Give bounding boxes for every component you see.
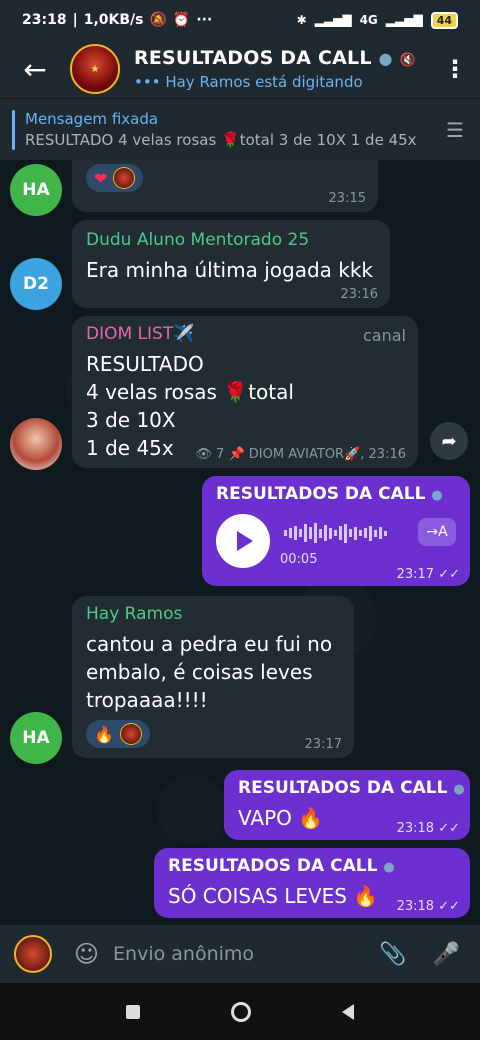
pinned-content: RESULTADO 4 velas rosas 🌹total 3 de 10X … bbox=[25, 131, 417, 149]
typing-dots: ••• bbox=[134, 73, 161, 91]
message-text: cantou a pedra eu fui no bbox=[86, 632, 333, 656]
message-text: embalo, é coisas leves bbox=[86, 660, 313, 684]
message-bubble[interactable]: RESULTADOS DA CALL ● VAPO 🔥 23:18 ✓✓ bbox=[224, 770, 470, 840]
message-bubble[interactable]: Dudu Aluno Mentorado 25 Era minha última… bbox=[72, 220, 390, 308]
reactor-avatar bbox=[113, 167, 136, 189]
speech-icon: ● bbox=[431, 488, 443, 503]
mute-icon: 🔕 bbox=[149, 12, 167, 28]
post-line: RESULTADO bbox=[86, 352, 204, 376]
alarm-icon: ⏰ bbox=[172, 12, 191, 28]
pinned-bar bbox=[12, 109, 15, 150]
reaction-chip[interactable]: ❤ bbox=[86, 164, 144, 192]
more-dots: ··· bbox=[196, 12, 213, 28]
message-bubble[interactable]: Hay Ramos cantou a pedra eu fui no embal… bbox=[72, 596, 354, 758]
emoji-icon[interactable]: ☺ bbox=[74, 940, 99, 968]
mic-icon[interactable]: 🎤 bbox=[433, 942, 460, 967]
pinned-message[interactable]: Mensagem fixada RESULTADO 4 velas rosas … bbox=[0, 98, 480, 160]
signal-icon: ▂▃▅▇ bbox=[314, 13, 352, 27]
home-icon[interactable] bbox=[230, 1001, 251, 1022]
share-icon: ➦ bbox=[441, 430, 457, 452]
pinned-label: Mensagem fixada bbox=[25, 110, 159, 128]
attach-icon[interactable]: 📎 bbox=[379, 942, 406, 967]
chat-avatar[interactable]: ★ bbox=[70, 44, 120, 94]
status-net: 1,0KB/s bbox=[83, 12, 144, 28]
network-type: 4G bbox=[359, 13, 378, 27]
post-author-time: DIOM AVIATOR🚀, 23:16 bbox=[248, 447, 406, 462]
message-time: 23:15 bbox=[328, 191, 366, 206]
fire-icon: 🔥 bbox=[94, 724, 114, 744]
reactor-avatar bbox=[119, 723, 142, 745]
reaction-chip[interactable]: 🔥 bbox=[86, 720, 150, 748]
battery-icon: 44 bbox=[430, 11, 458, 29]
heart-icon: ❤ bbox=[94, 168, 108, 188]
message-time: 23:18 ✓✓ bbox=[396, 821, 460, 836]
speech-icon: ● bbox=[383, 860, 395, 875]
play-button[interactable] bbox=[216, 514, 270, 568]
avatar[interactable]: D2 bbox=[10, 258, 62, 310]
post-line: 1 de 45x bbox=[86, 436, 174, 460]
avatar[interactable]: HA bbox=[10, 712, 62, 764]
muted-icon: 🔇 bbox=[399, 53, 416, 68]
message-time: 23:16 bbox=[340, 287, 378, 302]
message-bubble[interactable]: RESULTADOS DA CALL ● SÓ COISAS LEVES 🔥 2… bbox=[154, 848, 470, 918]
sender-name: DIOM LIST✈️ bbox=[86, 324, 195, 344]
chat-area[interactable]: HA ❤ 23:15 D2 Dudu Aluno Mentorado 25 Er… bbox=[0, 160, 480, 925]
channel-post-bubble[interactable]: DIOM LIST✈️ canal RESULTADO 4 velas rosa… bbox=[72, 316, 418, 468]
post-footer: 👁 7 📌 DIOM AVIATOR🚀, 23:16 bbox=[195, 447, 406, 462]
pin-icon: 📌 bbox=[228, 447, 245, 462]
message-input[interactable]: Envio anônimo bbox=[113, 943, 379, 965]
chat-subtitle: ••• Hay Ramos está digitando bbox=[134, 73, 363, 91]
double-check-icon: ✓✓ bbox=[438, 899, 460, 914]
views-count: 7 bbox=[216, 447, 225, 462]
message-time: 23:18 ✓✓ bbox=[396, 899, 460, 914]
voice-duration: 00:05 bbox=[280, 552, 318, 567]
transcribe-button[interactable]: →A bbox=[418, 518, 456, 546]
back-icon[interactable] bbox=[342, 1003, 355, 1020]
message-text: tropaaaa!!!! bbox=[86, 688, 208, 712]
play-icon bbox=[237, 531, 253, 551]
sender-name: Hay Ramos bbox=[86, 604, 183, 624]
pin-list-icon[interactable]: ☰ bbox=[430, 118, 480, 142]
send-as-avatar[interactable] bbox=[14, 935, 52, 973]
bluetooth-icon: ✱ bbox=[296, 13, 307, 27]
message-text: SÓ COISAS LEVES 🔥 bbox=[168, 884, 379, 908]
message-bubble[interactable]: ❤ 23:15 bbox=[72, 160, 378, 212]
sender-name: RESULTADOS DA CALL ● bbox=[216, 484, 443, 504]
back-arrow-icon[interactable]: ← bbox=[0, 53, 70, 86]
recents-icon[interactable] bbox=[125, 1004, 140, 1019]
status-time: 23:18 bbox=[22, 12, 67, 28]
message-text: VAPO 🔥 bbox=[238, 806, 324, 830]
sender-name: RESULTADOS DA CALL ● bbox=[238, 778, 465, 798]
message-text: Era minha última jogada kkk bbox=[86, 258, 374, 282]
sender-name: Dudu Aluno Mentorado 25 bbox=[86, 230, 310, 250]
channel-tag: canal bbox=[363, 326, 406, 345]
chat-title: RESULTADOS DA CALL ● 🔇 bbox=[134, 47, 416, 69]
message-time: 23:17 ✓✓ bbox=[396, 567, 460, 582]
sender-name: RESULTADOS DA CALL ● bbox=[168, 856, 395, 876]
avatar[interactable]: HA bbox=[10, 164, 62, 216]
app-bar: ← ★ RESULTADOS DA CALL ● 🔇 ••• Hay Ramos… bbox=[0, 40, 480, 98]
system-nav-bar bbox=[0, 983, 480, 1040]
post-line: 4 velas rosas 🌹total bbox=[86, 380, 294, 404]
menu-icon[interactable]: ⋮ bbox=[430, 55, 480, 83]
status-bar: 23:18 | 1,0KB/s 🔕 ⏰ ··· ✱ ▂▃▅▇ 4G ▂▃▅▇ 4… bbox=[0, 0, 480, 40]
waveform[interactable] bbox=[284, 522, 410, 544]
views-icon: 👁 bbox=[195, 447, 212, 462]
forward-button[interactable]: ➦ bbox=[430, 422, 468, 460]
message-time: 23:17 bbox=[304, 737, 342, 752]
speech-icon: ● bbox=[453, 782, 465, 797]
speech-icon: ● bbox=[378, 49, 393, 68]
chat-title-area[interactable]: RESULTADOS DA CALL ● 🔇 ••• Hay Ramos est… bbox=[134, 47, 430, 91]
avatar[interactable] bbox=[10, 418, 62, 470]
post-line: 3 de 10X bbox=[86, 408, 176, 432]
composer-bar: ☺ Envio anônimo 📎 🎤 bbox=[0, 925, 480, 983]
signal-icon-2: ▂▃▅▇ bbox=[385, 13, 423, 27]
double-check-icon: ✓✓ bbox=[438, 567, 460, 582]
voice-message-bubble[interactable]: RESULTADOS DA CALL ● →A 00:05 23:17 ✓✓ bbox=[202, 476, 470, 586]
double-check-icon: ✓✓ bbox=[438, 821, 460, 836]
